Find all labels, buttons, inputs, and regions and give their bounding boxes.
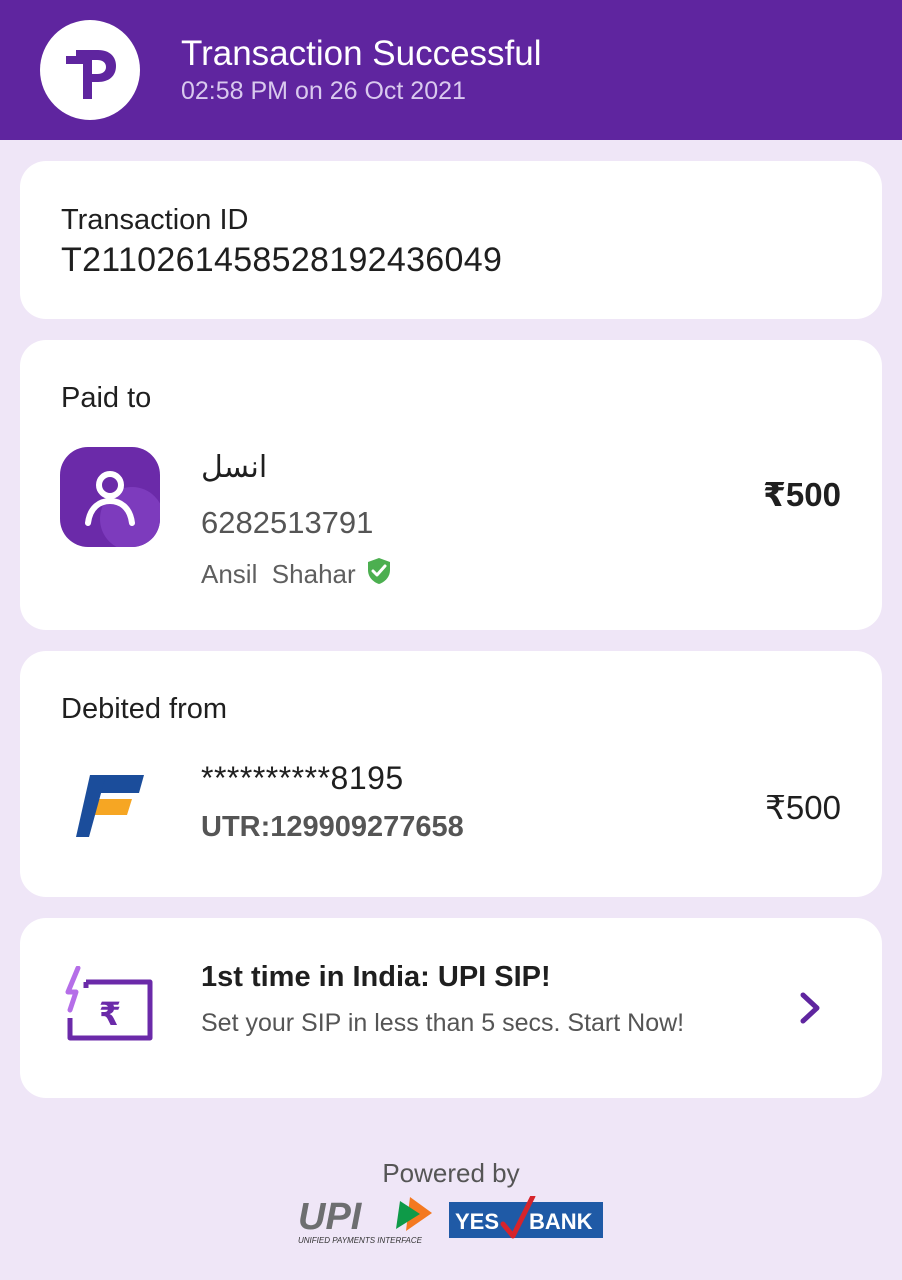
yes-bank-logo-text-2: BANK <box>529 1209 593 1234</box>
paid-amount: ₹500 <box>762 476 841 513</box>
upi-logo-icon: UPI UNIFIED PAYMENTS INTERFACE <box>298 1196 432 1245</box>
payee-name: انسل <box>201 450 268 485</box>
account-number: **********8195 <box>201 760 404 796</box>
upi-logo-text: UPI <box>298 1196 363 1238</box>
debited-from-label: Debited from <box>61 693 228 725</box>
app-header: Transaction Successful 02:58 PM on 26 Oc… <box>0 0 902 140</box>
utr-number[interactable]: UTR:129909277658 <box>201 810 464 844</box>
header-title: Transaction Successful <box>181 34 542 73</box>
yes-bank-logo-icon: YES BANK <box>449 1196 603 1239</box>
phonepe-logo-icon <box>40 20 140 120</box>
chevron-right-icon[interactable] <box>798 991 822 1025</box>
paid-to-card[interactable]: Paid to انسل 6282513791 Ansil Shahar ₹50… <box>20 340 882 630</box>
bank-logo-icon <box>76 775 144 837</box>
powered-by-label: Powered by <box>382 1158 520 1188</box>
verified-shield-icon <box>368 558 390 584</box>
transaction-id-label: Transaction ID <box>61 204 249 236</box>
payee-verified-name: Ansil Shahar <box>201 559 356 589</box>
promo-subtitle: Set your SIP in less than 5 secs. Start … <box>201 1009 685 1037</box>
svg-text:₹: ₹ <box>99 995 121 1033</box>
sip-rupee-icon: ₹ <box>65 966 153 1041</box>
upi-sip-promo-card[interactable]: ₹ 1st time in India: UPI SIP! Set your S… <box>20 918 882 1098</box>
upi-tagline: UNIFIED PAYMENTS INTERFACE <box>298 1236 423 1245</box>
yes-bank-logo-text-1: YES <box>455 1209 499 1234</box>
payee-phone: 6282513791 <box>201 505 374 540</box>
debited-from-card[interactable]: Debited from **********8195 UTR:12990927… <box>20 651 882 897</box>
promo-title: 1st time in India: UPI SIP! <box>201 961 551 993</box>
transaction-id-card[interactable]: Transaction ID T2110261458528192436049 <box>20 161 882 319</box>
transaction-id-value[interactable]: T2110261458528192436049 <box>61 241 502 279</box>
person-icon <box>60 447 160 547</box>
debited-amount: ₹500 <box>764 789 841 826</box>
paid-to-label: Paid to <box>61 382 152 414</box>
header-timestamp: 02:58 PM on 26 Oct 2021 <box>181 77 466 105</box>
